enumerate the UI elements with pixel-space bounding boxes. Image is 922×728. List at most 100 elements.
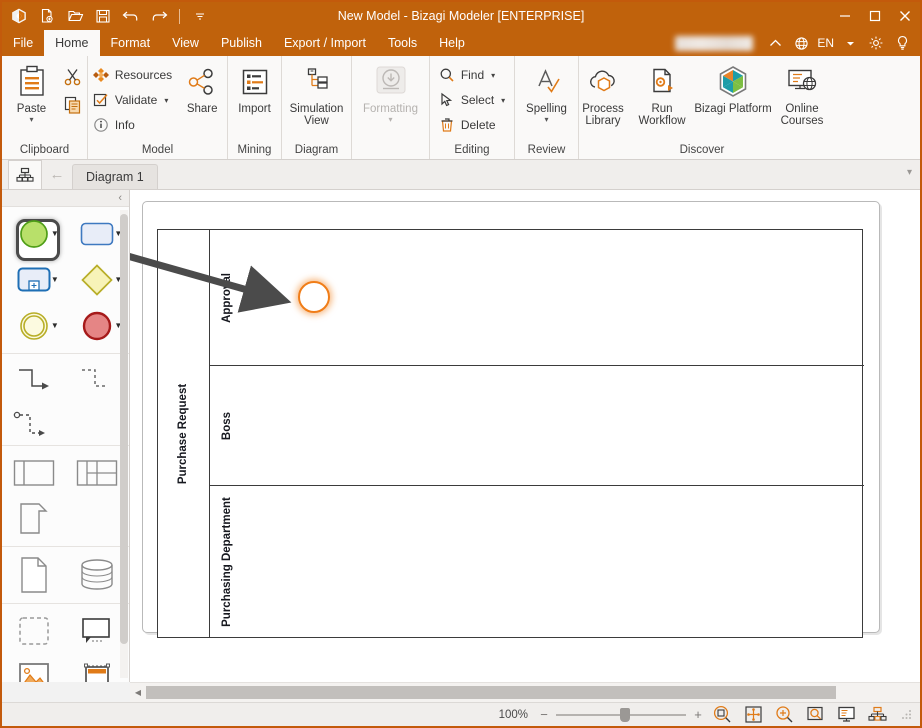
language-globe-icon[interactable]	[789, 31, 813, 55]
diagram-page[interactable]: Purchase Request Approval Boss Purchasin…	[142, 201, 880, 633]
bizagi-platform-button[interactable]: Bizagi Platform	[693, 59, 773, 115]
customize-qat-icon[interactable]	[187, 4, 213, 28]
palette-scrollbar-thumb[interactable]	[120, 214, 128, 644]
tab-diagram-1[interactable]: Diagram 1	[72, 164, 158, 189]
spelling-caret[interactable]: ▾	[544, 116, 548, 124]
gear-icon[interactable]	[864, 31, 888, 55]
back-navigation-arrow[interactable]: ←	[42, 160, 72, 189]
tab-tools[interactable]: Tools	[377, 30, 428, 56]
diagram-canvas[interactable]: Purchase Request Approval Boss Purchasin…	[130, 190, 920, 682]
minimize-button[interactable]	[830, 2, 860, 30]
zoom-slider-handle[interactable]	[620, 708, 630, 722]
language-caret-icon[interactable]	[838, 31, 862, 55]
tab-file[interactable]: File	[2, 30, 44, 56]
copy-button[interactable]	[61, 93, 85, 117]
lane-approval[interactable]: Approval	[210, 230, 864, 366]
formatting-caret[interactable]: ▾	[388, 116, 392, 124]
sub-process-dropdown-caret[interactable]: ▼	[51, 275, 59, 284]
palette-item-message-flow[interactable]	[71, 360, 123, 402]
run-workflow-button[interactable]: Run Workflow	[633, 59, 691, 127]
tab-home[interactable]: Home	[44, 30, 99, 56]
start-event-drop-preview[interactable]	[298, 281, 330, 313]
formatting-button[interactable]: Formatting ▾	[356, 59, 426, 124]
zoom-slider[interactable]	[556, 708, 686, 722]
simulation-view-button[interactable]: Simulation View	[286, 59, 348, 127]
fit-to-page-button[interactable]	[710, 704, 735, 726]
tab-help[interactable]: Help	[428, 30, 476, 56]
lightbulb-icon[interactable]	[890, 31, 914, 55]
palette-item-milestone[interactable]	[8, 498, 60, 540]
palette-item-lane-matrix[interactable]	[71, 452, 123, 494]
horizontal-scroll-thumb[interactable]	[146, 686, 836, 699]
palette-item-header-table[interactable]	[71, 656, 123, 682]
info-button[interactable]: Info	[89, 113, 176, 137]
palette-item-pool[interactable]	[8, 452, 60, 494]
share-button[interactable]: Share	[178, 59, 226, 115]
palette-item-association[interactable]	[8, 406, 60, 448]
zoom-in-button[interactable]: +	[692, 707, 704, 722]
hierarchy-view-button[interactable]	[865, 704, 890, 726]
maximize-button[interactable]	[860, 2, 890, 30]
lane-boss[interactable]: Boss	[210, 366, 864, 486]
scroll-left-arrow[interactable]: ◀	[130, 684, 146, 702]
palette-collapse-chevron[interactable]: ‹	[118, 192, 122, 204]
import-button[interactable]: Import	[228, 59, 282, 115]
palette-vertical-scrollbar[interactable]	[120, 210, 128, 678]
resources-button[interactable]: Resources	[89, 63, 176, 87]
resize-grip-icon[interactable]	[900, 709, 912, 721]
palette-item-start-event[interactable]: ▼	[8, 213, 60, 255]
palette-item-image[interactable]	[8, 656, 60, 682]
tab-format[interactable]: Format	[100, 30, 162, 56]
paste-caret[interactable]: ▾	[29, 116, 33, 124]
process-library-button[interactable]: Process Library	[575, 59, 631, 127]
palette-item-sequence-flow[interactable]	[8, 360, 60, 402]
fit-to-window-button[interactable]	[741, 704, 766, 726]
select-caret[interactable]: ▾	[501, 96, 505, 105]
palette-item-annotation[interactable]	[71, 610, 123, 652]
new-model-icon[interactable]	[34, 4, 60, 28]
zoom-out-button[interactable]: −	[538, 707, 550, 722]
redo-icon[interactable]	[146, 4, 172, 28]
online-courses-button[interactable]: Online Courses	[775, 59, 829, 127]
horizontal-scroll-track[interactable]	[146, 686, 920, 699]
paste-button[interactable]: Paste ▾	[5, 59, 59, 124]
select-button[interactable]: Select ▾	[435, 88, 509, 112]
pool-header[interactable]: Purchase Request	[158, 230, 210, 637]
tab-publish[interactable]: Publish	[210, 30, 273, 56]
close-button[interactable]	[890, 2, 920, 30]
spelling-button[interactable]: Spelling ▾	[520, 59, 574, 124]
start-event-dropdown-caret[interactable]: ▼	[51, 229, 59, 238]
horizontal-scrollbar[interactable]: ◀	[130, 682, 920, 702]
find-button[interactable]: Find ▾	[435, 63, 509, 87]
palette-item-gateway[interactable]: ▼	[71, 259, 123, 301]
pool-purchase-request[interactable]: Purchase Request Approval Boss Purchasin…	[157, 229, 863, 638]
undo-icon[interactable]	[118, 4, 144, 28]
find-caret[interactable]: ▾	[491, 71, 495, 80]
palette-item-intermediate-event[interactable]: ▼	[8, 305, 60, 347]
cut-button[interactable]	[61, 65, 85, 89]
tab-export-import[interactable]: Export / Import	[273, 30, 377, 56]
lane-purchasing-department[interactable]: Purchasing Department	[210, 486, 864, 638]
zoom-region-button[interactable]	[803, 704, 828, 726]
lane-header-boss[interactable]: Boss	[210, 366, 244, 485]
presentation-view-button[interactable]	[834, 704, 859, 726]
language-label[interactable]: EN	[817, 36, 834, 50]
tab-view[interactable]: View	[161, 30, 210, 56]
validate-button[interactable]: Validate ▾	[89, 88, 176, 112]
delete-button[interactable]: Delete	[435, 113, 509, 137]
bizagi-logo-icon[interactable]	[6, 4, 32, 28]
diagram-hierarchy-icon[interactable]	[8, 160, 42, 189]
save-icon[interactable]	[90, 4, 116, 28]
palette-item-data-object[interactable]	[8, 554, 60, 596]
chevron-down-icon[interactable]: ▾	[907, 167, 912, 178]
palette-item-data-store[interactable]	[71, 554, 123, 596]
intermediate-event-dropdown-caret[interactable]: ▼	[51, 321, 59, 330]
lane-header-approval[interactable]: Approval	[210, 230, 244, 365]
palette-item-task[interactable]: ▼	[71, 213, 123, 255]
palette-item-group[interactable]	[8, 610, 60, 652]
validate-caret[interactable]: ▾	[164, 96, 168, 105]
lane-header-purchasing-department[interactable]: Purchasing Department	[210, 486, 244, 638]
zoom-in-magnifier-button[interactable]	[772, 704, 797, 726]
open-model-icon[interactable]	[62, 4, 88, 28]
palette-item-end-event[interactable]: ▼	[71, 305, 123, 347]
